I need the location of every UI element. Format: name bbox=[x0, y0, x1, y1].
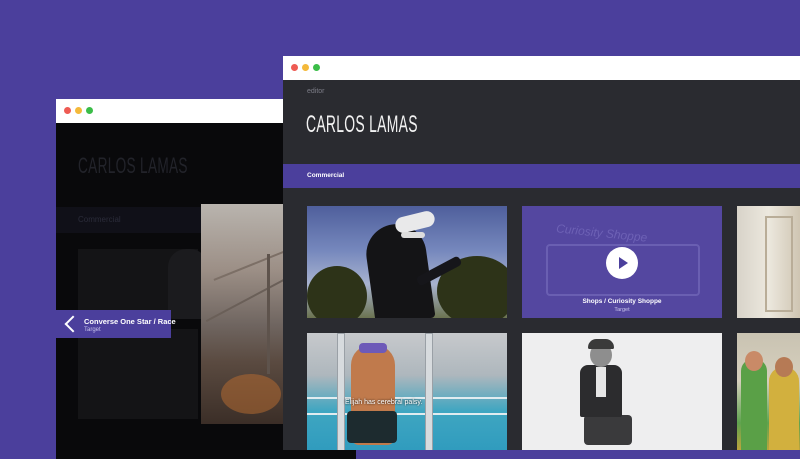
minimize-dot-icon[interactable] bbox=[302, 64, 309, 71]
pool-rail bbox=[425, 333, 433, 450]
pool-rail bbox=[337, 333, 345, 450]
person-figure bbox=[741, 359, 767, 450]
bridge-photo-thumbnail[interactable] bbox=[201, 204, 289, 424]
bridge-post bbox=[267, 254, 270, 374]
front-browser-window: editor CARLOS LAMAS Commercial Curiosity… bbox=[283, 56, 800, 450]
man-hair bbox=[588, 339, 614, 349]
back-video-thumbnail[interactable] bbox=[78, 329, 198, 419]
bridge-cable bbox=[205, 277, 287, 323]
person-face bbox=[745, 351, 763, 371]
video-client: Target bbox=[614, 307, 630, 313]
tree-shape bbox=[307, 266, 367, 318]
close-dot-icon[interactable] bbox=[291, 64, 298, 71]
video-thumbnail[interactable] bbox=[307, 206, 507, 318]
man-legs bbox=[584, 415, 632, 445]
video-thumbnail[interactable]: Elijah has cerebral palsy. bbox=[307, 333, 507, 450]
video-thumbnail[interactable] bbox=[737, 206, 800, 318]
child-goggles bbox=[359, 343, 387, 353]
shop-sign-text: Curiosity Shoppe bbox=[555, 221, 648, 245]
video-thumbnail-hover[interactable]: Curiosity Shoppe Shops / Curiosity Shopp… bbox=[522, 206, 722, 318]
site-kicker: editor bbox=[307, 88, 325, 95]
bridge-cable bbox=[213, 249, 289, 281]
person-face bbox=[775, 357, 793, 377]
video-subtitle-text: Elijah has cerebral palsy. bbox=[345, 399, 423, 406]
sunset-glow bbox=[221, 374, 281, 414]
child-shorts bbox=[347, 411, 397, 443]
caption-title: Converse One Star / Race bbox=[84, 317, 176, 326]
dancer-glasses bbox=[401, 232, 425, 238]
play-icon[interactable] bbox=[606, 247, 638, 279]
nav-commercial[interactable]: Commercial bbox=[307, 172, 344, 179]
maximize-dot-icon[interactable] bbox=[86, 107, 93, 114]
chevron-left-icon[interactable] bbox=[64, 315, 82, 333]
video-thumbnail[interactable] bbox=[737, 333, 800, 450]
caption-subtitle: Target bbox=[84, 327, 101, 333]
close-dot-icon[interactable] bbox=[64, 107, 71, 114]
back-nav-commercial[interactable]: Commercial bbox=[78, 215, 121, 224]
person-figure bbox=[769, 367, 799, 450]
nav-bar: Commercial bbox=[283, 164, 800, 188]
front-window-titlebar bbox=[283, 56, 800, 81]
video-thumbnail[interactable] bbox=[522, 333, 722, 450]
maximize-dot-icon[interactable] bbox=[313, 64, 320, 71]
minimize-dot-icon[interactable] bbox=[75, 107, 82, 114]
back-site-logo[interactable]: CARLOS LAMAS bbox=[78, 153, 188, 179]
video-caption-flag[interactable]: Converse One Star / Race Target bbox=[56, 310, 176, 338]
site-logo[interactable]: CARLOS LAMAS bbox=[306, 111, 418, 139]
man-shirt bbox=[596, 367, 606, 397]
door-frame bbox=[765, 216, 793, 312]
front-window-content: editor CARLOS LAMAS Commercial Curiosity… bbox=[283, 80, 800, 450]
video-title: Shops / Curiosity Shoppe bbox=[582, 298, 662, 305]
